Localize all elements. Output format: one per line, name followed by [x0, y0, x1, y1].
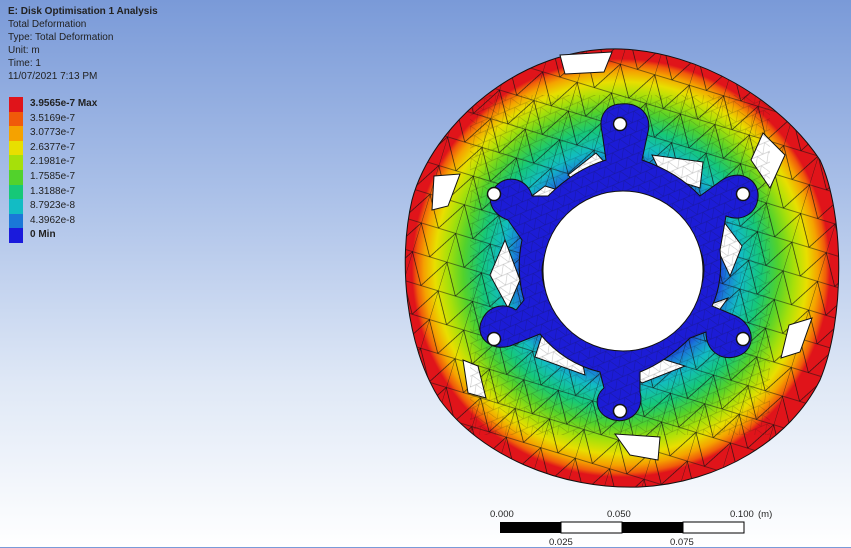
scale-segment-white	[682, 521, 745, 534]
model-viewport[interactable]	[0, 0, 851, 547]
bolt-hole	[486, 331, 502, 347]
bolt-hole	[612, 403, 628, 419]
scale-label-0-000: 0.000	[490, 509, 514, 520]
center-bore	[542, 190, 704, 352]
brake-disk[interactable]	[380, 30, 851, 510]
scale-bar: 0.000 0.050 0.100 (m) 0.025 0.075	[470, 505, 810, 548]
scale-label-0-050: 0.050	[607, 509, 631, 520]
bolt-hole	[612, 116, 628, 132]
scale-bar-graphic	[500, 521, 745, 534]
scale-label-0-025: 0.025	[549, 537, 573, 548]
scale-label-0-100: 0.100	[730, 509, 754, 520]
bolt-hole	[735, 186, 751, 202]
scale-label-0-075: 0.075	[670, 537, 694, 548]
bolt-hole	[735, 331, 751, 347]
scale-unit: (m)	[758, 509, 773, 520]
scale-segment-white	[560, 521, 623, 534]
bolt-hole	[486, 186, 502, 202]
scale-segment-black	[500, 522, 561, 533]
scale-segment-black	[622, 522, 683, 533]
vent-slot	[559, 51, 613, 75]
